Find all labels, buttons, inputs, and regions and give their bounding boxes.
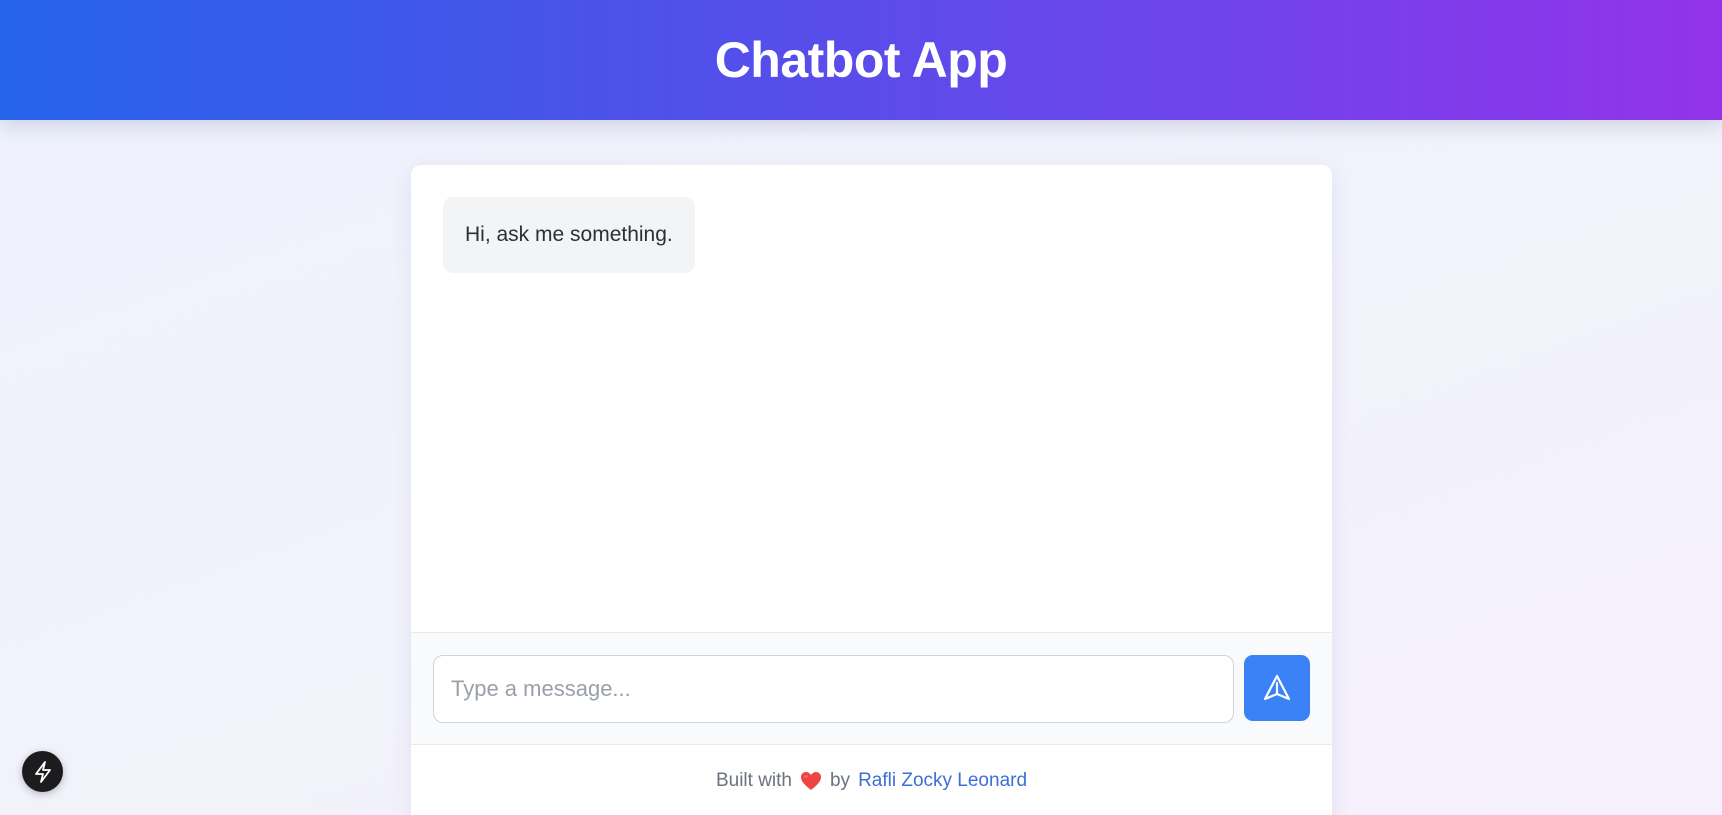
- send-icon: [1262, 673, 1292, 703]
- footer: Built with by Rafli Zocky Leonard: [411, 745, 1332, 815]
- composer-bar: [411, 632, 1332, 745]
- author-link[interactable]: Rafli Zocky Leonard: [858, 770, 1027, 792]
- lightning-icon: [33, 760, 53, 783]
- app-title: Chatbot App: [714, 32, 1008, 88]
- chat-card: Hi, ask me something. Built with by Rafl…: [411, 165, 1332, 815]
- app-header: Chatbot App: [0, 0, 1722, 120]
- send-button[interactable]: [1244, 655, 1310, 721]
- footer-prefix: Built with: [715, 770, 792, 791]
- footer-by: by: [829, 770, 851, 791]
- bot-message: Hi, ask me something.: [443, 197, 695, 273]
- message-input[interactable]: [433, 655, 1234, 723]
- message-list: Hi, ask me something.: [411, 165, 1332, 632]
- heart-icon: [800, 771, 822, 791]
- dev-tools-button[interactable]: [22, 751, 63, 792]
